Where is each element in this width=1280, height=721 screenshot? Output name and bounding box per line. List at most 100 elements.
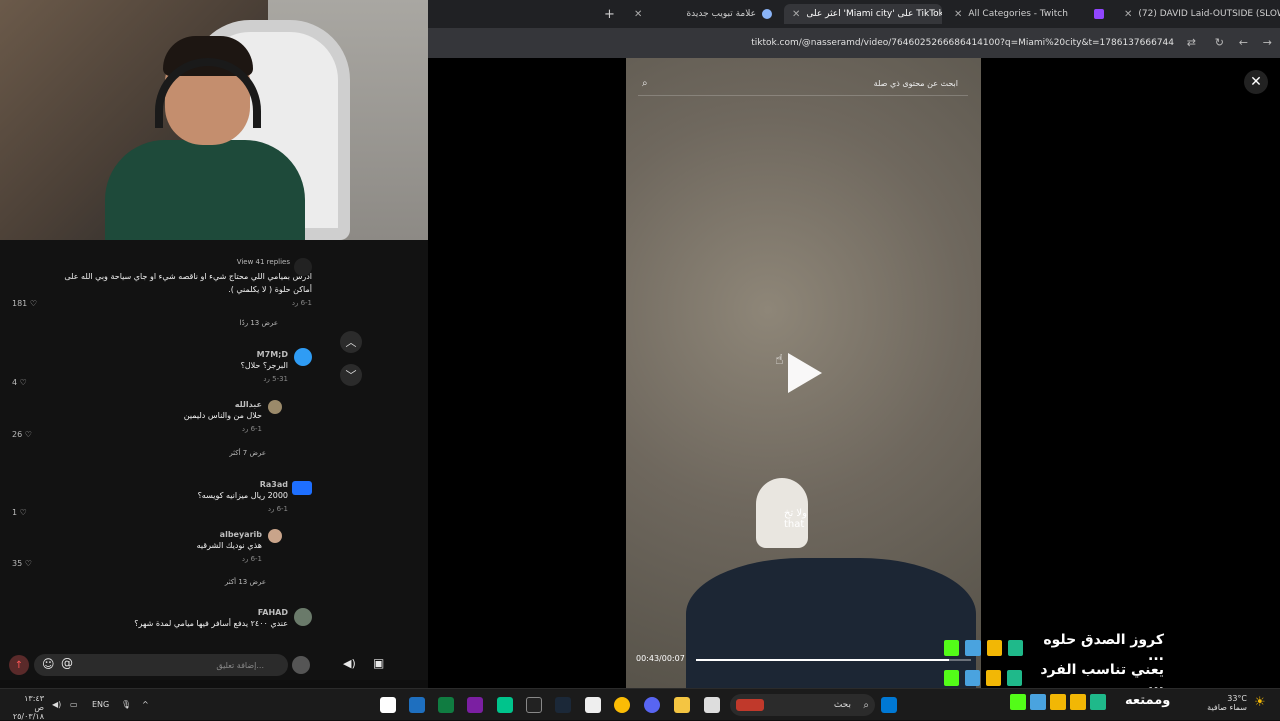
chevron-up-icon: ︿	[345, 336, 357, 349]
shield-icon[interactable]	[409, 697, 425, 713]
view-replies-link[interactable]: عرض 13 ردًا	[240, 319, 278, 327]
volume-icon[interactable]: ◀)	[52, 700, 61, 709]
new-tab-button[interactable]: +	[596, 4, 622, 24]
like-count[interactable]: 1 ♡	[12, 508, 27, 517]
like-count[interactable]: 4 ♡	[12, 378, 27, 387]
mouse-cursor-icon: ☝	[775, 352, 784, 368]
windows-taskbar: ١٣:٤٣ ص ٢٥/٠٣/١٨ ◀) ▭ ENG 🎙 ^ بحث ⌕ وممت…	[0, 688, 1280, 721]
network-icon[interactable]: ▭	[70, 700, 78, 709]
windows-start-icon[interactable]	[881, 697, 897, 713]
clock[interactable]: ١٣:٤٣ ص ٢٥/٠٣/١٨	[12, 694, 44, 721]
avatar	[294, 608, 312, 626]
search-icon: ⌕	[863, 699, 869, 711]
comment-user[interactable]: M7M;D	[241, 350, 288, 359]
twitch-icon	[1094, 9, 1104, 19]
chrome-icon[interactable]	[614, 697, 630, 713]
search-icon: ⌕	[642, 78, 648, 89]
app-icon[interactable]	[704, 697, 720, 713]
tab-tiktok[interactable]: ✕ اعثر على 'Miami city' على TikTok	[784, 4, 942, 24]
play-icon[interactable]	[788, 353, 822, 393]
streamer	[95, 36, 305, 240]
comment-meta: 6-1 رد	[241, 555, 262, 563]
tab-twitch[interactable]: ✕ All Categories - Twitch	[946, 4, 1112, 24]
search-label: بحث	[833, 700, 851, 710]
close-video-button[interactable]: ✕	[1244, 70, 1268, 94]
comment-text: 2000 ريال ميزانيه كويسه؟	[197, 491, 288, 500]
seek-bar[interactable]	[696, 659, 971, 661]
comment-text: هذي نوديك الشرقيه	[196, 541, 262, 550]
emoji-icon[interactable]: ☺	[42, 657, 55, 671]
view-replies-link[interactable]: عرض 13 أكثر	[225, 578, 266, 586]
stream-chat-overlay: كروز الصدق حلوه ... يعني تناسب الفرد ...	[943, 628, 1280, 694]
view-replies-link[interactable]: عرض 7 أكثر	[229, 449, 266, 457]
chevron-down-icon: ﹀	[345, 369, 357, 382]
comment-item: FAHAD عندي ٢٤٠٠ يدفع أسافر فيها ميامي لم…	[134, 608, 288, 630]
volume-icon[interactable]: ◀)	[343, 657, 356, 670]
excel-icon[interactable]	[438, 697, 454, 713]
close-tab-icon[interactable]: ✕	[792, 9, 800, 20]
store-icon[interactable]	[585, 697, 601, 713]
url-field[interactable]: tiktok.com/@nasseramd/video/764602526668…	[751, 38, 1174, 48]
post-button[interactable]: ↑	[9, 655, 29, 675]
mini-player-icon[interactable]: ▣	[373, 656, 384, 670]
comment-meta: 6-1 رد	[267, 505, 288, 513]
comment-input-bar: ↑ إضافة تعليق... ☺ @ ◀) ▣	[0, 650, 428, 680]
site-settings-icon[interactable]: ⇄	[1187, 36, 1196, 49]
comment-user[interactable]: عبدالله	[184, 400, 262, 409]
comment-meta: 5-31 رد	[263, 375, 288, 383]
search-highlight-icon	[736, 699, 764, 711]
taskbar-search[interactable]: بحث ⌕	[730, 694, 875, 716]
folder-icon[interactable]	[674, 697, 690, 713]
like-count[interactable]: 181 ♡	[12, 299, 37, 308]
mention-icon[interactable]: @	[61, 656, 73, 670]
language-indicator[interactable]: ENG	[92, 700, 109, 709]
close-tab-icon[interactable]: ✕	[954, 9, 962, 20]
kick-icon	[1010, 694, 1026, 710]
back-icon[interactable]: ←	[1239, 36, 1248, 49]
comment-text: ادرس بميامي اللي محتاج شيء او ناقصه شيء …	[64, 272, 312, 294]
avatar	[268, 400, 282, 414]
subtitle-arabic: ولا تخ	[784, 508, 807, 519]
comment-meta: 6-1 رد	[291, 299, 312, 307]
badge-icon	[1007, 670, 1023, 686]
comment-item: عبدالله حلال من والناس دليمين 6-1 رد	[184, 400, 262, 433]
comment-placeholder: إضافة تعليق...	[216, 660, 264, 670]
tab-title: علامة تبويب جديدة	[686, 9, 756, 19]
reload-icon[interactable]: ↻	[1215, 36, 1224, 49]
comment-user[interactable]: FAHAD	[134, 608, 288, 617]
chrome-icon	[762, 9, 772, 19]
chevron-up-icon[interactable]: ^	[142, 700, 149, 709]
tab-new[interactable]: ✕ علامة تبويب جديدة	[626, 4, 780, 24]
next-icon[interactable]	[467, 697, 483, 713]
weather-widget[interactable]: 33°C سماء صافية	[1205, 694, 1247, 712]
avatar	[268, 529, 282, 543]
kick-icon	[943, 640, 960, 656]
microphone-icon[interactable]: 🎙	[121, 700, 131, 709]
crown-icon	[986, 640, 1002, 656]
like-count[interactable]: 35 ♡	[12, 559, 32, 568]
next-video-button[interactable]: ﹀	[340, 364, 362, 386]
steam-icon[interactable]	[555, 697, 571, 713]
app-icon[interactable]	[380, 697, 396, 713]
comment-user[interactable]: albeyarib	[197, 530, 262, 539]
previous-video-button[interactable]: ︿	[340, 331, 362, 353]
video-search-bar[interactable]: ⌕ ابحث عن محتوى ذي صلة	[638, 72, 968, 96]
close-icon: ✕	[1250, 74, 1262, 90]
discord-icon[interactable]	[644, 697, 660, 713]
close-tab-icon[interactable]: ✕	[634, 9, 642, 20]
badge-icon	[1090, 694, 1106, 710]
epic-icon[interactable]	[526, 697, 542, 713]
close-tab-icon[interactable]: ✕	[1124, 9, 1132, 20]
comment-user[interactable]: Ra3ad	[198, 480, 288, 489]
tab-youtube[interactable]: ✕ (72) DAVID Laid-OUTSIDE (SLOWED)	[1116, 4, 1280, 24]
tab-title: (72) DAVID Laid-OUTSIDE (SLOWED)	[1138, 9, 1280, 19]
video-subtitle: ولا تخ that	[784, 508, 807, 530]
app-icon[interactable]	[497, 697, 513, 713]
badge-icon	[1007, 640, 1024, 656]
forward-icon[interactable]: →	[1263, 36, 1272, 49]
video-player[interactable]: ⌕ ابحث عن محتوى ذي صلة ولا تخ that 00:43…	[626, 58, 981, 688]
comments-panel: View 41 replies ادرس بميامي اللي محتاج ش…	[0, 240, 428, 650]
crown-icon	[1050, 694, 1066, 710]
view-replies-link[interactable]: View 41 replies	[237, 258, 290, 266]
like-count[interactable]: 26 ♡	[12, 430, 32, 439]
